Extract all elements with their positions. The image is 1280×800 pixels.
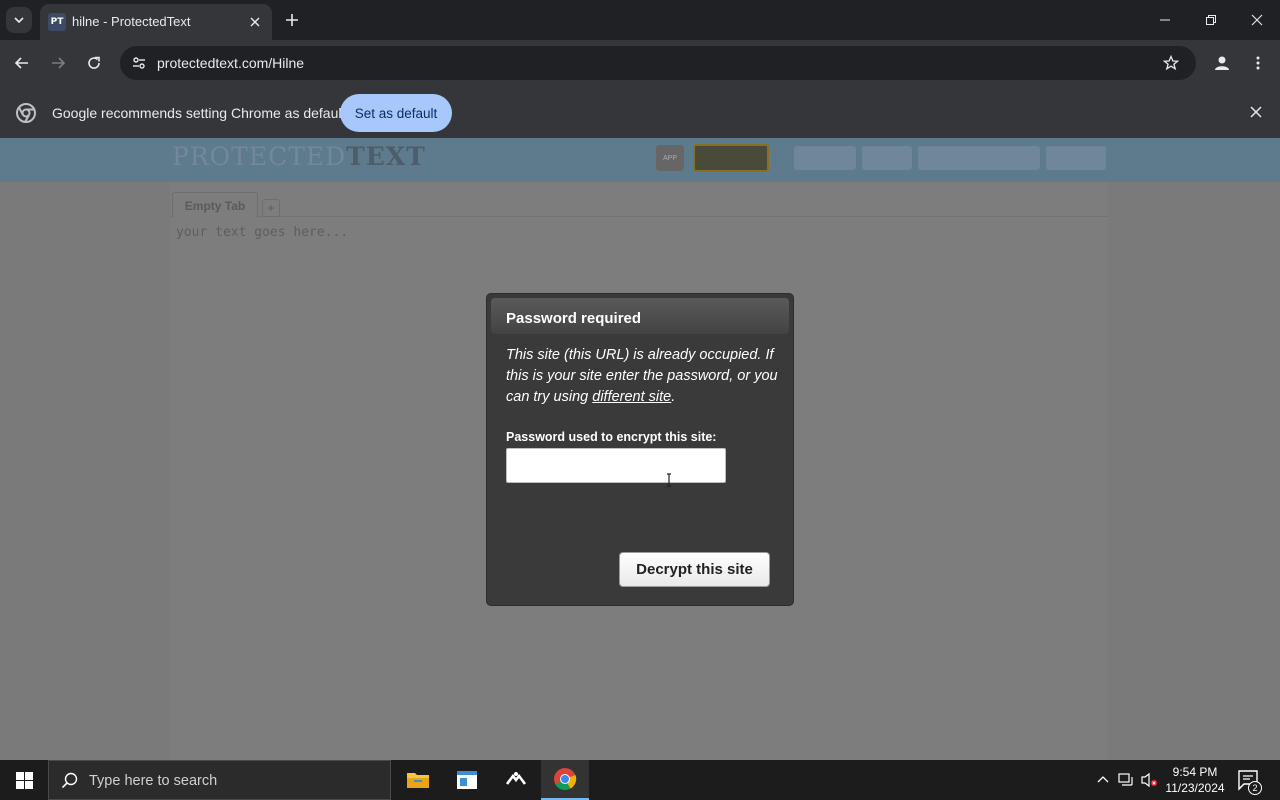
header-button-2 [862,146,912,170]
tab-title: hilne - ProtectedText [72,14,191,29]
new-tab-button[interactable] [280,8,304,32]
password-label: Password used to encrypt this site: [506,430,717,444]
store-button[interactable] [443,760,491,800]
folder-icon [407,773,429,788]
profile-button[interactable] [1209,50,1235,76]
infobar-message: Google recommends setting Chrome as defa… [52,105,346,121]
header-button-1 [794,146,856,170]
site-info-button[interactable] [128,52,150,74]
site-header: PROTECTEDTEXT APP [0,138,1280,182]
back-button[interactable] [9,50,35,76]
reload-button[interactable] [81,50,107,76]
tab-search-button[interactable] [6,7,32,33]
close-icon [250,17,260,27]
start-button[interactable] [0,760,48,800]
clock-time: 9:54 PM [1172,765,1218,779]
file-explorer-button[interactable] [394,760,442,800]
minimize-button[interactable] [1142,0,1188,40]
infobar-close-button[interactable] [1248,104,1264,120]
header-button-3 [918,146,1040,170]
editor-tabs: Empty Tab + [170,191,1108,218]
set-as-default-button[interactable]: Set as default [340,94,452,132]
tune-icon [133,57,145,69]
chrome-taskbar-button[interactable] [541,760,589,800]
plus-icon [286,14,298,26]
app-badge-icon: APP [656,145,684,171]
browser-toolbar: protectedtext.com/Hilne [0,40,1280,86]
favicon-icon: PT [48,13,66,31]
chevron-up-icon [1097,776,1109,783]
text-cursor-icon [667,473,671,487]
network-icon [1118,773,1133,786]
profile-icon [1215,56,1229,70]
bookmark-button[interactable] [1160,52,1182,74]
restore-icon [1206,15,1216,25]
dialog-header: Password required [491,298,789,334]
volume-muted-icon [1141,772,1158,788]
network-button[interactable] [1117,771,1135,789]
app-logo-icon [505,772,527,785]
notification-badge: 2 [1248,781,1262,795]
windows-icon [15,771,33,789]
password-dialog: Password required This site (this URL) i… [486,293,794,606]
clock[interactable]: 9:54 PM 11/23/2024 [1160,764,1230,796]
arrow-left-icon [14,57,28,69]
decrypt-button[interactable]: Decrypt this site [619,552,770,587]
star-icon [1163,55,1179,71]
dialog-message: This site (this URL) is already occupied… [506,347,778,405]
tab-strip: PT hilne - ProtectedText [0,0,1280,40]
chrome-logo-icon [16,103,36,123]
default-browser-infobar: Google recommends setting Chrome as defa… [0,86,1280,138]
taskbar: Type here to search 9:54 PM 11/23/2024 [0,760,1280,800]
why-we-fight-badge [693,144,769,172]
search-icon [61,772,78,789]
url-text: protectedtext.com/Hilne [157,55,305,71]
tab-close-button[interactable] [246,13,264,31]
close-icon [1251,14,1263,26]
tab-empty: Empty Tab [172,192,258,218]
menu-button[interactable] [1245,50,1271,76]
forward-button[interactable] [45,50,71,76]
minimize-icon [1160,19,1170,21]
chrome-icon [554,768,577,790]
search-placeholder: Type here to search [89,773,218,789]
close-icon [1250,106,1262,118]
clock-date: 11/23/2024 [1165,781,1225,795]
chevron-down-icon [14,17,24,24]
add-tab-button: + [262,199,280,217]
taskbar-search[interactable]: Type here to search [48,760,391,800]
editor-placeholder: your text goes here... [176,225,349,240]
password-input[interactable] [506,448,726,483]
kebab-menu-icon [1256,56,1260,70]
address-bar[interactable]: protectedtext.com/Hilne [120,46,1196,80]
browser-tab[interactable]: PT hilne - ProtectedText [40,4,272,40]
dialog-title: Password required [506,310,642,327]
restore-button[interactable] [1188,0,1234,40]
reload-icon [88,56,100,69]
header-button-4 [1046,146,1106,170]
close-window-button[interactable] [1234,0,1280,40]
app-button[interactable] [492,760,540,800]
volume-button[interactable] [1140,771,1158,789]
arrow-right-icon [52,57,66,69]
window-app-icon [457,771,477,789]
different-site-link[interactable]: different site [592,389,671,405]
tray-expand-button[interactable] [1094,771,1112,789]
site-logo[interactable]: PROTECTEDTEXT [172,142,426,171]
